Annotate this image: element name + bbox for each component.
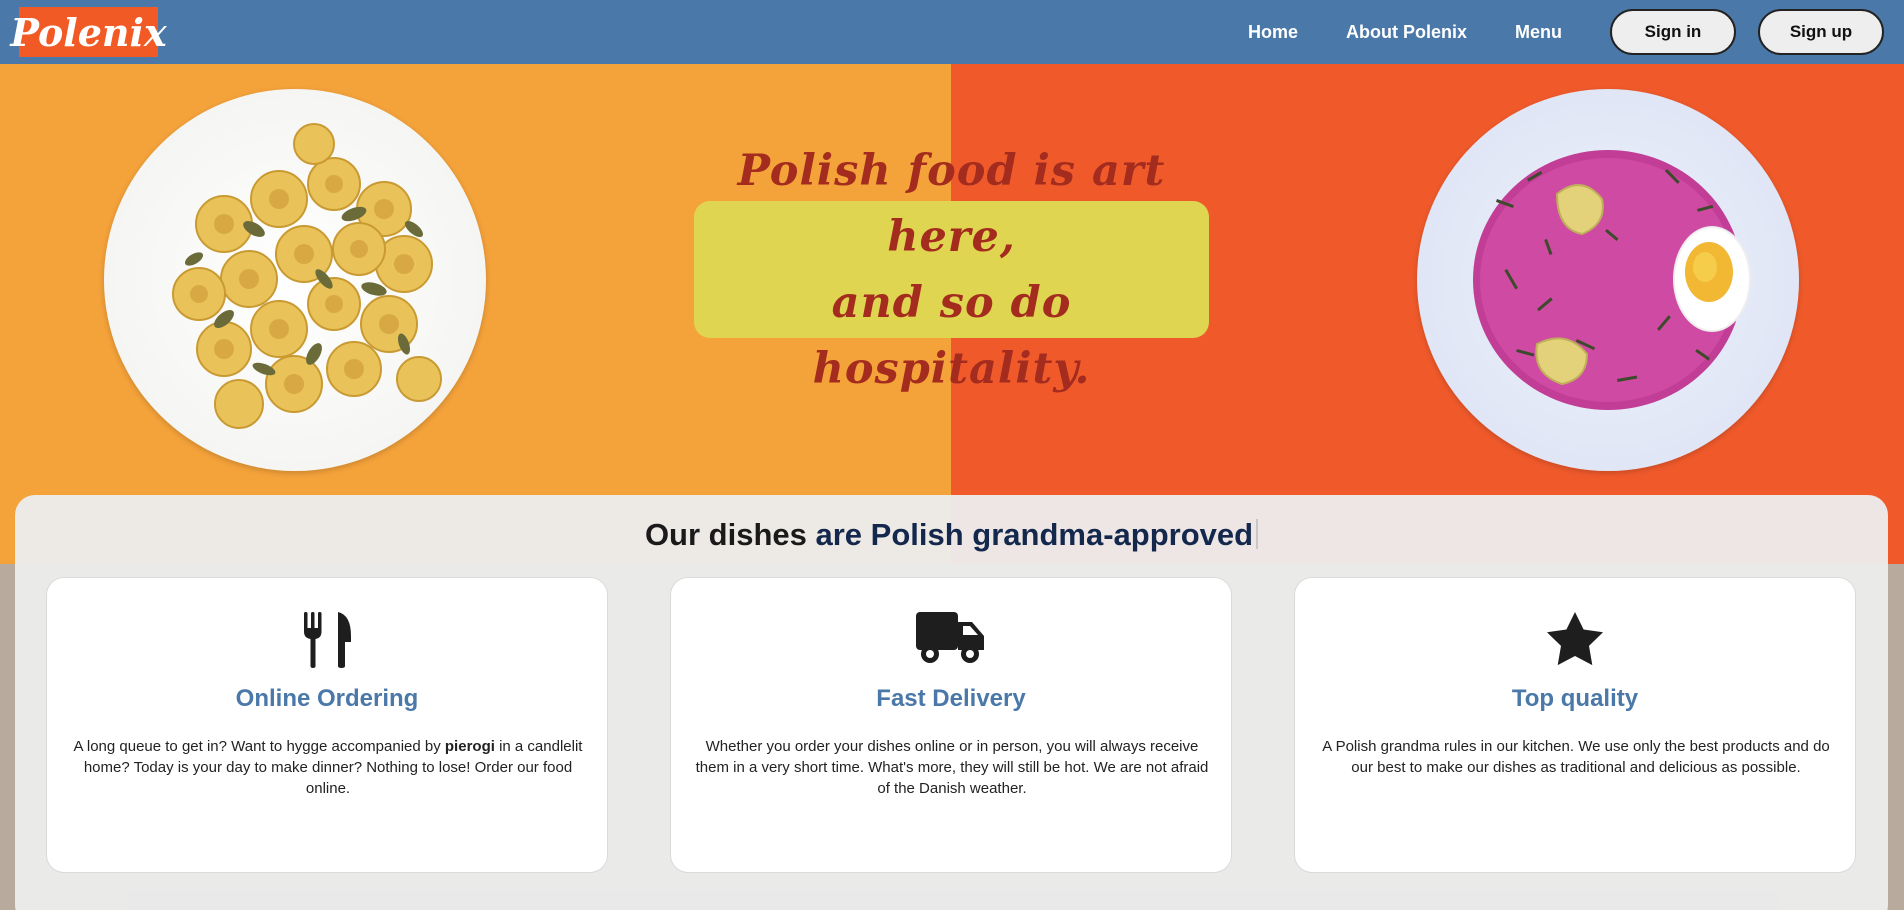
feature-title-fast-delivery: Fast Delivery [876,685,1026,712]
features-heading-highlight: are Polish grandma-approved [815,517,1254,552]
star-icon [1547,612,1603,666]
utensils-icon [304,612,351,668]
feature-text-part: A long queue to get in? Want to hygge ac… [73,738,445,755]
sign-up-button[interactable]: Sign up [1758,9,1884,55]
features-section: Our dishes are Polish grandma-approved O… [15,495,1888,910]
features-heading: Our dishes are Polish grandma-approved [15,517,1888,553]
logo-text: Polenix [10,9,167,55]
feature-card-fast-delivery: Fast Delivery Whether you order your dis… [670,577,1232,873]
typing-cursor [1256,519,1259,549]
dumplings-plate-image [104,89,486,471]
logo[interactable]: Polenix [10,7,167,57]
feature-text-online-ordering: A long queue to get in? Want to hygge ac… [67,736,589,799]
beet-soup-plate-image [1417,89,1799,471]
feature-text-top-quality: A Polish grandma rules in our kitchen. W… [1322,738,1830,776]
nav-link-menu[interactable]: Menu [1515,22,1562,43]
tagline-line-2: and so do hospitality. [812,277,1091,394]
nav-link-home[interactable]: Home [1248,22,1298,43]
feature-text-fast-delivery: Whether you order your dishes online or … [695,738,1209,797]
truck-icon [916,612,984,663]
feature-title-online-ordering: Online Ordering [235,685,419,712]
feature-card-online-ordering: Online Ordering A long queue to get in? … [46,577,608,873]
feature-title-top-quality: Top quality [1511,685,1639,712]
hero-tagline: Polish food is art here, and so do hospi… [694,146,1209,394]
nav-link-about[interactable]: About Polenix [1346,22,1467,43]
tagline-line-1: Polish food is art here, [737,145,1166,262]
sign-in-button[interactable]: Sign in [1610,9,1736,55]
features-heading-prefix: Our dishes [644,517,807,552]
dumplings-illustration [172,123,442,429]
navbar: Polenix Home About Polenix Menu Sign in … [0,0,1904,64]
beet-soup-illustration [1473,150,1751,410]
hero: Polish food is art here, and so do hospi… [0,64,1904,564]
nav-links: Home About Polenix Menu Sign in Sign up [1248,0,1884,64]
feature-text-bold: pierogi [444,738,495,755]
feature-card-top-quality: Top quality A Polish grandma rules in ou… [1294,577,1856,873]
